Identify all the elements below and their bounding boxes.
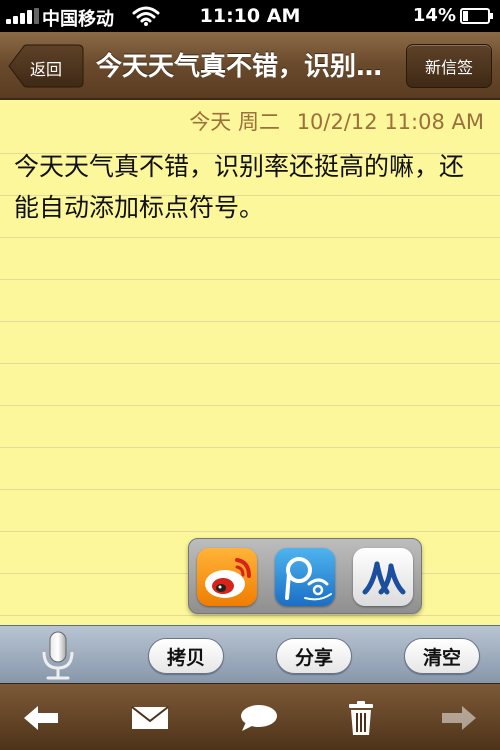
toolbar: 拷贝 分享 清空 [0,625,500,683]
share-button[interactable]: 分享 [276,638,352,674]
arrow-right-icon[interactable] [438,700,478,736]
status-bar: 中国移动 11:10 AM 14% [0,0,500,32]
note-timestamp: 10/2/12 11:08 AM [296,110,484,134]
back-button-label: 返回 [30,60,63,79]
clear-button[interactable]: 清空 [404,638,480,674]
page-title: 今天天气真不错，识别率还挺高的嘛，还能自动添加标点符号。 [96,52,386,82]
trash-icon[interactable] [341,700,381,736]
battery-icon [460,8,493,24]
copy-button[interactable]: 拷贝 [148,638,224,674]
microphone-icon[interactable] [38,630,78,682]
arrow-left-icon[interactable] [22,700,62,736]
mail-icon[interactable] [130,700,170,736]
battery-percent: 14% [412,5,456,26]
bottom-bar [0,683,500,750]
back-button[interactable]: 返回 [8,44,84,88]
note-body-text[interactable]: 今天天气真不错，识别率还挺高的嘛，还能自动添加标点符号。 [14,146,484,228]
weibo-icon[interactable] [197,548,257,606]
renren-icon[interactable] [353,548,413,606]
note-weekday: 周二 [238,110,280,134]
navigation-bar: 返回 今天天气真不错，识别率还挺高的嘛，还能自动添加标点符号。 新信签 [0,32,500,100]
tencent-weibo-icon[interactable] [275,548,335,606]
new-note-button[interactable]: 新信签 [406,44,492,88]
message-bubble-icon[interactable] [238,700,278,736]
note-date: 今天 周二 10/2/12 11:08 AM [189,106,484,136]
note-day-label: 今天 [189,110,232,134]
share-popup [188,538,422,614]
